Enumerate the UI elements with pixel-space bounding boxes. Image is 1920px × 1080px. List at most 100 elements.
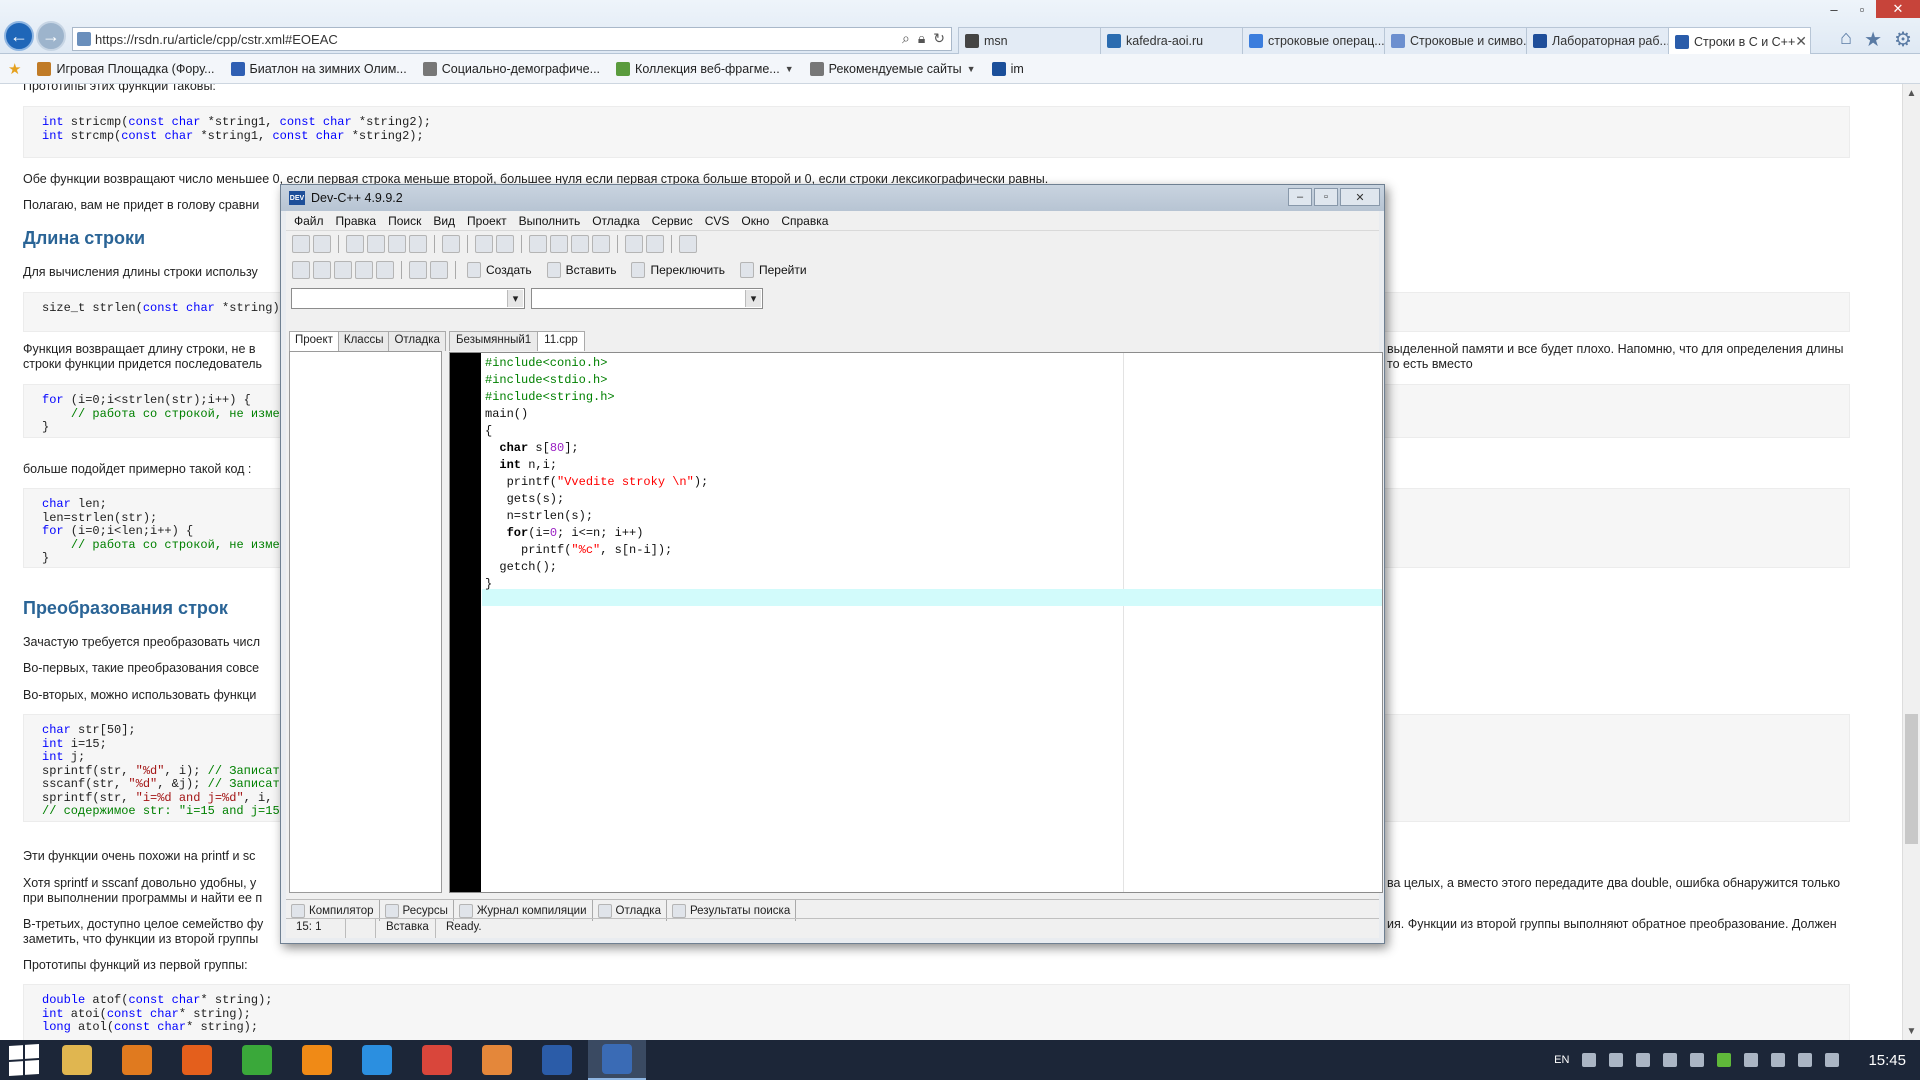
browser-tab[interactable]: kafedra-aoi.ru bbox=[1100, 27, 1243, 54]
browser-tab[interactable]: Лабораторная раб... bbox=[1526, 27, 1669, 54]
pane-tab[interactable]: Классы bbox=[337, 331, 390, 351]
compile-icon[interactable] bbox=[292, 261, 310, 279]
search-icon[interactable]: ⌕ bbox=[902, 30, 910, 47]
taskbar-app[interactable] bbox=[228, 1040, 286, 1080]
replace-icon[interactable] bbox=[550, 235, 568, 253]
tab-close-icon[interactable]: ✕ bbox=[1795, 33, 1807, 50]
update-icon[interactable] bbox=[1582, 1053, 1597, 1067]
taskbar-app[interactable] bbox=[288, 1040, 346, 1080]
favorite-item[interactable]: Биатлон на зимних Олим... bbox=[230, 61, 407, 76]
close-button[interactable]: ✕ bbox=[1876, 0, 1920, 18]
help-icon[interactable] bbox=[409, 261, 427, 279]
taskbar-app[interactable] bbox=[468, 1040, 526, 1080]
back-icon[interactable] bbox=[625, 235, 643, 253]
menu-item[interactable]: Правка bbox=[330, 214, 383, 228]
favorite-item[interactable]: Коллекция веб-фрагме... ▼ bbox=[616, 61, 794, 76]
devcpp-minimize-button[interactable]: – bbox=[1288, 188, 1312, 206]
back-button[interactable]: ← bbox=[4, 21, 34, 51]
create-button[interactable]: Создать bbox=[463, 262, 540, 278]
find-next-icon[interactable] bbox=[571, 235, 589, 253]
project-tree[interactable] bbox=[289, 351, 442, 893]
refresh-icon[interactable]: ↻ bbox=[933, 30, 945, 47]
favorite-item[interactable]: Игровая Площадка (Фору... bbox=[37, 61, 215, 76]
clip-icon[interactable] bbox=[1636, 1053, 1651, 1067]
browser-tab[interactable]: msn bbox=[958, 27, 1101, 54]
arrow-up-icon[interactable] bbox=[1690, 1053, 1705, 1067]
new-file-icon[interactable] bbox=[346, 235, 364, 253]
devcpp-maximize-button[interactable]: ▫ bbox=[1314, 188, 1338, 206]
menu-item[interactable]: Сервис bbox=[646, 214, 699, 228]
check-icon[interactable] bbox=[376, 261, 394, 279]
find-icon[interactable] bbox=[529, 235, 547, 253]
favorite-item[interactable]: Рекомендуемые сайты ▼ bbox=[809, 61, 976, 76]
settings-gear-icon[interactable]: ⚙ bbox=[1894, 27, 1912, 52]
toggle-button[interactable]: Переключить bbox=[627, 262, 732, 278]
taskbar-app[interactable] bbox=[168, 1040, 226, 1080]
redo-icon[interactable] bbox=[496, 235, 514, 253]
taskbar-app[interactable] bbox=[48, 1040, 106, 1080]
taskbar-app[interactable] bbox=[588, 1040, 646, 1080]
keyboard-icon[interactable] bbox=[1609, 1053, 1624, 1067]
class-combo[interactable] bbox=[291, 287, 525, 309]
about-icon[interactable] bbox=[430, 261, 448, 279]
compile-run-icon[interactable] bbox=[334, 261, 352, 279]
maximize-button[interactable]: ▫ bbox=[1848, 0, 1876, 18]
open-icon[interactable] bbox=[313, 235, 331, 253]
scrollbar-thumb[interactable] bbox=[1905, 714, 1918, 844]
taskbar-app[interactable] bbox=[528, 1040, 586, 1080]
devcpp-close-button[interactable]: ✕ bbox=[1340, 188, 1380, 206]
undo-icon[interactable] bbox=[475, 235, 493, 253]
member-combo[interactable] bbox=[531, 287, 763, 309]
menu-item[interactable]: Проект bbox=[461, 214, 513, 228]
menu-item[interactable]: Выполнить bbox=[513, 214, 587, 228]
save-icon[interactable] bbox=[367, 235, 385, 253]
volume-icon[interactable] bbox=[1825, 1053, 1840, 1067]
clock[interactable]: 15:45 bbox=[1868, 1052, 1906, 1069]
taskbar-app[interactable] bbox=[408, 1040, 466, 1080]
add-favorite-star-icon[interactable]: ★ bbox=[8, 60, 21, 78]
insert-button[interactable]: Вставить bbox=[543, 262, 625, 278]
close-file-icon[interactable] bbox=[409, 235, 427, 253]
taskbar-app[interactable] bbox=[348, 1040, 406, 1080]
code-editor[interactable]: #include<conio.h> #include<stdio.h> #inclu… bbox=[449, 352, 1383, 893]
run-icon[interactable] bbox=[313, 261, 331, 279]
rebuild-icon[interactable] bbox=[355, 261, 373, 279]
menu-item[interactable]: Справка bbox=[775, 214, 834, 228]
nvidia-icon[interactable] bbox=[1717, 1053, 1732, 1067]
address-bar[interactable]: https://rsdn.ru/article/cpp/cstr.xml#EOE… bbox=[72, 27, 952, 51]
language-indicator[interactable]: EN bbox=[1554, 1054, 1569, 1066]
browser-tab[interactable]: строковые операц... bbox=[1242, 27, 1385, 54]
scroll-down-icon[interactable]: ▼ bbox=[1903, 1022, 1920, 1040]
menu-item[interactable]: Файл bbox=[288, 214, 330, 228]
favorite-item[interactable]: im bbox=[991, 61, 1024, 76]
menu-item[interactable]: Отладка bbox=[586, 214, 645, 228]
browser-tab[interactable]: Строковые и симво... bbox=[1384, 27, 1527, 54]
pane-tab[interactable]: Отладка bbox=[388, 331, 446, 351]
goto-button[interactable]: Перейти bbox=[736, 262, 815, 278]
editor-tab[interactable]: 11.cpp bbox=[537, 331, 585, 351]
save-all-icon[interactable] bbox=[388, 235, 406, 253]
favorites-star-icon[interactable]: ★ bbox=[1864, 27, 1882, 52]
pane-tab[interactable]: Проект bbox=[289, 331, 339, 351]
stop-icon[interactable] bbox=[679, 235, 697, 253]
goto-line-icon[interactable] bbox=[592, 235, 610, 253]
pen-icon[interactable] bbox=[1663, 1053, 1678, 1067]
forward-icon[interactable] bbox=[646, 235, 664, 253]
taskbar-app[interactable] bbox=[108, 1040, 166, 1080]
print-icon[interactable] bbox=[442, 235, 460, 253]
editor-tab[interactable]: Безымянный1 bbox=[449, 331, 539, 351]
menu-item[interactable]: Вид bbox=[427, 214, 461, 228]
start-button[interactable] bbox=[0, 1040, 48, 1080]
scroll-up-icon[interactable]: ▲ bbox=[1903, 84, 1920, 102]
menu-item[interactable]: Поиск bbox=[382, 214, 427, 228]
new-icon[interactable] bbox=[292, 235, 310, 253]
favorite-item[interactable]: Социально-демографиче... bbox=[422, 61, 600, 76]
page-scrollbar[interactable]: ▲ ▼ bbox=[1902, 84, 1920, 1040]
lock-icon[interactable]: 🔒︎ bbox=[918, 30, 925, 47]
forward-button[interactable]: → bbox=[36, 21, 66, 51]
home-icon[interactable]: ⌂ bbox=[1840, 27, 1852, 52]
menu-item[interactable]: Окно bbox=[735, 214, 775, 228]
minimize-button[interactable]: – bbox=[1820, 0, 1848, 18]
menu-item[interactable]: CVS bbox=[699, 214, 736, 228]
browser-tab[interactable]: Строки в С и С++ ✕ bbox=[1668, 27, 1811, 55]
